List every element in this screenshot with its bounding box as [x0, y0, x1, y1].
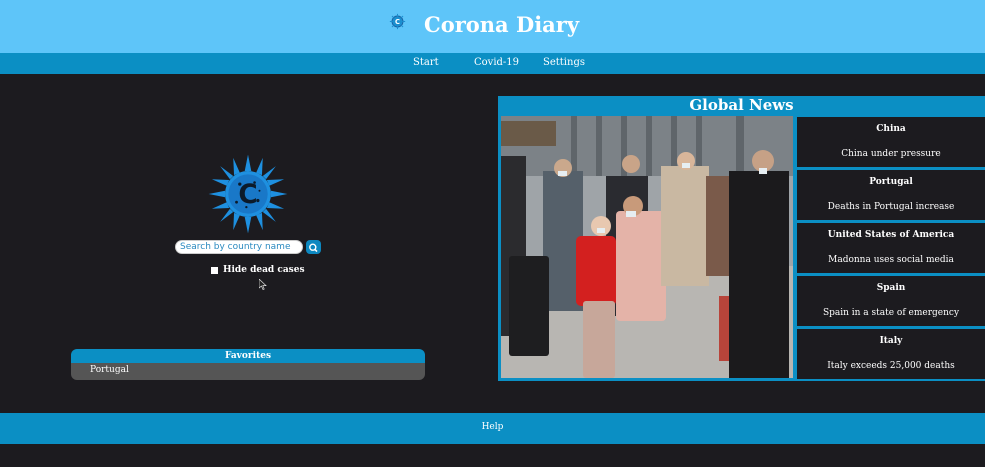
virus-icon: C: [389, 13, 406, 30]
news-item-country: United States of America: [827, 230, 955, 240]
hide-dead-cases-label: Hide dead cases: [223, 265, 305, 275]
news-item-headline: Deaths in Portugal increase: [827, 202, 955, 212]
search-icon: [309, 243, 318, 253]
nav-item-covid-19[interactable]: Covid-19: [474, 57, 519, 68]
news-item-country: Spain: [876, 283, 906, 293]
news-photo: [501, 116, 793, 378]
app-header: C Corona Diary: [0, 0, 985, 53]
favorite-item-portugal[interactable]: Portugal: [90, 365, 129, 375]
search-input[interactable]: [175, 240, 303, 254]
svg-text:C: C: [238, 180, 257, 210]
favorites-panel: Favorites Portugal: [71, 349, 425, 380]
nav-item-start[interactable]: Start: [413, 57, 439, 68]
news-item-headline: Italy exceeds 25,000 deaths: [827, 361, 955, 371]
news-item-country: Portugal: [869, 177, 913, 187]
main-nav: Start Covid-19 Settings: [0, 53, 985, 74]
hide-dead-cases-option[interactable]: Hide dead cases: [211, 265, 305, 275]
favorites-title: Favorites: [71, 349, 425, 363]
help-link[interactable]: Help: [0, 422, 985, 432]
news-item[interactable]: Italy Italy exceeds 25,000 deaths: [797, 329, 985, 379]
news-title: Global News: [689, 96, 794, 114]
hide-dead-cases-checkbox[interactable]: [211, 266, 218, 274]
news-item-headline: China under pressure: [841, 149, 941, 159]
app-footer: Help: [0, 413, 985, 444]
virus-logo-icon: C: [208, 154, 288, 234]
mouse-cursor-icon: [259, 279, 267, 290]
news-item-headline: Spain in a state of emergency: [822, 308, 960, 318]
news-item[interactable]: United States of America Madonna uses so…: [797, 223, 985, 273]
news-item-headline: Madonna uses social media: [828, 255, 954, 265]
search-button[interactable]: [306, 240, 321, 254]
app-title: Corona Diary: [424, 12, 580, 37]
nav-item-settings[interactable]: Settings: [543, 57, 585, 68]
news-item-country: China: [876, 124, 906, 134]
svg-text:C: C: [395, 18, 400, 26]
news-item[interactable]: China China under pressure: [797, 117, 985, 167]
news-item[interactable]: Spain Spain in a state of emergency: [797, 276, 985, 326]
news-item[interactable]: Portugal Deaths in Portugal increase: [797, 170, 985, 220]
news-item-country: Italy: [879, 336, 903, 346]
favorites-list: Portugal: [71, 363, 425, 380]
